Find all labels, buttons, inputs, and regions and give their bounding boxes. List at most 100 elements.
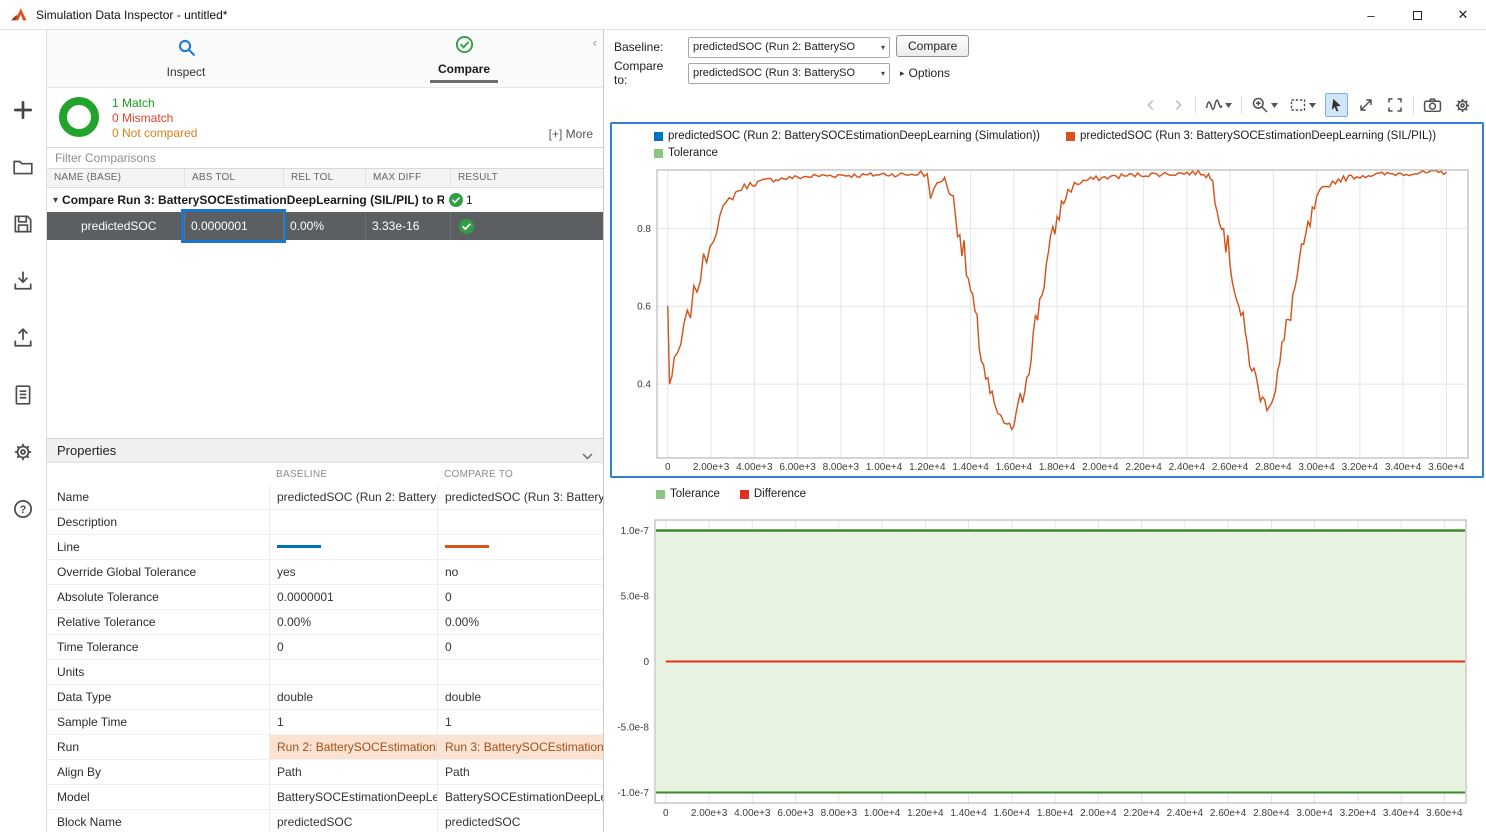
- property-baseline-value[interactable]: [269, 660, 437, 684]
- property-baseline-value[interactable]: 0.0000001: [269, 585, 437, 609]
- title-bar: Simulation Data Inspector - untitled* – …: [0, 0, 1486, 30]
- svg-text:1.60e+4: 1.60e+4: [994, 808, 1031, 819]
- svg-text:2.20e+4: 2.20e+4: [1125, 462, 1162, 473]
- property-baseline-value[interactable]: predictedSOC: [269, 810, 437, 832]
- expand-caret-icon[interactable]: ▾: [53, 195, 58, 206]
- signal-row-predictedsoc[interactable]: predictedSOC 0.0000001 0.00% 3.33e-16: [47, 212, 603, 240]
- property-row-data-type: Data Typedoubledouble: [47, 685, 603, 710]
- property-baseline-value[interactable]: [269, 535, 437, 559]
- property-compare-value[interactable]: double: [437, 685, 603, 709]
- svg-text:1.20e+4: 1.20e+4: [909, 462, 946, 473]
- previous-view-icon[interactable]: [1141, 93, 1161, 117]
- signal-name-cell[interactable]: predictedSOC: [47, 212, 184, 240]
- properties-title: Properties: [47, 443, 116, 458]
- import-icon[interactable]: [10, 269, 36, 293]
- maximize-button[interactable]: [1394, 0, 1440, 30]
- property-compare-value[interactable]: no: [437, 560, 603, 584]
- plot-settings-gear-icon[interactable]: [1451, 93, 1474, 117]
- baseline-header: BASELINE: [269, 464, 437, 485]
- property-compare-value[interactable]: 0: [437, 585, 603, 609]
- filter-comparisons-input[interactable]: [47, 147, 603, 169]
- property-baseline-value[interactable]: 0.00%: [269, 610, 437, 634]
- property-baseline-value[interactable]: Path: [269, 760, 437, 784]
- difference-chart-svg[interactable]: 02.00e+34.00e+36.00e+38.00e+31.00e+41.20…: [610, 485, 1484, 832]
- comparison-panel: Inspect Compare ‹ 1 Match 0 Mismatch 0 N…: [47, 30, 604, 832]
- compare-button[interactable]: Compare: [896, 35, 969, 57]
- property-compare-value[interactable]: Path: [437, 760, 603, 784]
- property-row-name: NamepredictedSOC (Run 2: BatterySpredict…: [47, 485, 603, 510]
- preferences-gear-icon[interactable]: [10, 440, 36, 464]
- property-baseline-value[interactable]: predictedSOC (Run 2: BatteryS: [269, 485, 437, 509]
- tab-compare[interactable]: Compare: [325, 30, 603, 87]
- compare-to-dropdown[interactable]: predictedSOC (Run 3: BatterySO ▾: [688, 63, 890, 84]
- group-label: Compare Run 3: BatterySOCEstimationDeepL…: [62, 193, 444, 207]
- property-baseline-value[interactable]: BatterySOCEstimationDeepLe: [269, 785, 437, 809]
- col-abs-tol[interactable]: ABS TOL: [184, 169, 283, 187]
- snapshot-camera-icon[interactable]: [1421, 93, 1444, 117]
- property-compare-value[interactable]: 0.00%: [437, 610, 603, 634]
- property-compare-value[interactable]: [437, 660, 603, 684]
- fullscreen-icon[interactable]: [1384, 93, 1406, 117]
- options-disclosure[interactable]: ▸ Options: [900, 66, 950, 80]
- property-row-override-global-tolerance: Override Global Toleranceyesno: [47, 560, 603, 585]
- property-compare-value[interactable]: BatterySOCEstimationDeepLe: [437, 785, 603, 809]
- property-baseline-value[interactable]: double: [269, 685, 437, 709]
- rel-tol-cell[interactable]: 0.00%: [283, 212, 365, 240]
- result-cell[interactable]: [450, 212, 603, 240]
- property-label: Line: [47, 535, 269, 559]
- property-baseline-value[interactable]: [269, 510, 437, 534]
- property-baseline-value[interactable]: 1: [269, 710, 437, 734]
- property-label: Override Global Tolerance: [47, 560, 269, 584]
- open-folder-icon[interactable]: [10, 155, 36, 179]
- filter-box: [47, 147, 603, 169]
- chevron-down-icon[interactable]: [582, 447, 593, 465]
- signal-wave-menu-icon[interactable]: [1203, 93, 1234, 117]
- plot-toolbar: [1141, 90, 1474, 120]
- fit-to-view-icon[interactable]: [1355, 93, 1377, 117]
- close-button[interactable]: ✕: [1440, 0, 1486, 30]
- svg-text:2.80e+4: 2.80e+4: [1253, 808, 1290, 819]
- svg-text:2.20e+4: 2.20e+4: [1123, 808, 1160, 819]
- properties-header[interactable]: Properties: [47, 438, 603, 463]
- zoom-region-menu-icon[interactable]: [1287, 93, 1318, 117]
- chevron-down-icon: ▾: [881, 69, 885, 78]
- col-name-base[interactable]: NAME (BASE): [47, 169, 184, 187]
- left-toolbar: ?: [0, 30, 47, 832]
- mismatch-count: 0 Mismatch: [112, 111, 197, 126]
- soc-chart-svg[interactable]: 02.00e+34.00e+36.00e+38.00e+31.00e+41.20…: [612, 124, 1482, 476]
- max-diff-cell[interactable]: 3.33e-16: [365, 212, 450, 240]
- difference-chart[interactable]: ToleranceDifference 02.00e+34.00e+36.00e…: [610, 485, 1484, 832]
- zoom-in-menu-icon[interactable]: [1249, 93, 1280, 117]
- baseline-dropdown[interactable]: predictedSOC (Run 2: BatterySO ▾: [688, 37, 890, 58]
- property-baseline-value[interactable]: yes: [269, 560, 437, 584]
- property-baseline-value[interactable]: 0: [269, 635, 437, 659]
- tab-compare-label: Compare: [438, 62, 490, 76]
- new-plus-icon[interactable]: [10, 98, 36, 122]
- collapse-panel-icon[interactable]: ‹: [593, 36, 597, 49]
- tab-inspect[interactable]: Inspect: [47, 30, 325, 87]
- export-icon[interactable]: [10, 326, 36, 350]
- svg-text:1.80e+4: 1.80e+4: [1037, 808, 1074, 819]
- comparison-group-row[interactable]: ▾ Compare Run 3: BatterySOCEstimationDee…: [47, 188, 603, 212]
- help-icon[interactable]: ?: [10, 497, 36, 521]
- property-compare-value[interactable]: [437, 535, 603, 559]
- col-result[interactable]: RESULT: [450, 169, 603, 187]
- save-icon[interactable]: [10, 212, 36, 236]
- property-compare-value[interactable]: 0: [437, 635, 603, 659]
- more-link[interactable]: [+] More: [549, 127, 593, 141]
- soc-comparison-chart[interactable]: predictedSOC (Run 2: BatterySOCEstimatio…: [610, 122, 1484, 478]
- property-compare-value[interactable]: predictedSOC: [437, 810, 603, 832]
- next-view-icon[interactable]: [1168, 93, 1188, 117]
- property-baseline-value[interactable]: Run 2: BatterySOCEstimationD: [269, 735, 437, 759]
- property-compare-value[interactable]: [437, 510, 603, 534]
- property-compare-value[interactable]: 1: [437, 710, 603, 734]
- property-compare-value[interactable]: predictedSOC (Run 3: BatteryS: [437, 485, 603, 509]
- abs-tol-cell[interactable]: 0.0000001: [184, 212, 283, 240]
- property-row-align-by: Align ByPathPath: [47, 760, 603, 785]
- col-rel-tol[interactable]: REL TOL: [283, 169, 365, 187]
- col-max-diff[interactable]: MAX DIFF: [365, 169, 450, 187]
- minimize-button[interactable]: –: [1348, 0, 1394, 30]
- create-report-icon[interactable]: [10, 383, 36, 407]
- property-compare-value[interactable]: Run 3: BatterySOCEstimationD: [437, 735, 603, 759]
- pointer-tool-icon[interactable]: [1325, 93, 1348, 117]
